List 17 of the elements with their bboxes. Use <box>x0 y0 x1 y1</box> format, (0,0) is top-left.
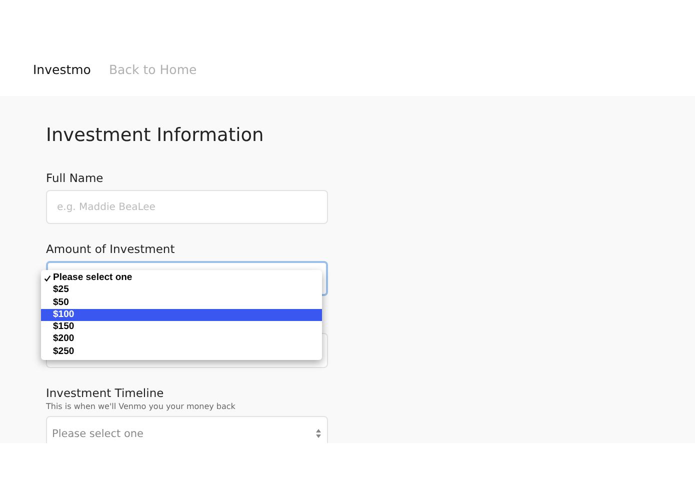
select-value: Please select one <box>52 428 144 440</box>
dropdown-option[interactable]: $250 <box>41 346 322 358</box>
select-field[interactable]: Please select one <box>46 416 328 443</box>
dropdown-option[interactable]: Please select one <box>41 272 322 284</box>
field-label: Amount of Investment <box>46 242 176 256</box>
form-title: Investment Information <box>46 124 265 148</box>
dropdown-option[interactable]: $25 <box>41 284 322 297</box>
dropdown-option[interactable]: $150 <box>41 321 322 334</box>
field-label: Full Name <box>46 171 104 185</box>
dropdown-option[interactable]: $50 <box>41 296 322 309</box>
field-label: Investment Timeline <box>46 386 165 400</box>
field-hint: This is when we'll Venmo you your money back <box>46 402 236 411</box>
updown-arrow-icon <box>316 429 321 438</box>
dropdown-option[interactable]: $100 <box>41 308 322 322</box>
dropdown-option[interactable]: $200 <box>41 333 322 346</box>
brand-name[interactable]: Investmo <box>33 62 91 76</box>
name-input-field[interactable]: e.g. Maddie BeaLee <box>46 190 328 224</box>
